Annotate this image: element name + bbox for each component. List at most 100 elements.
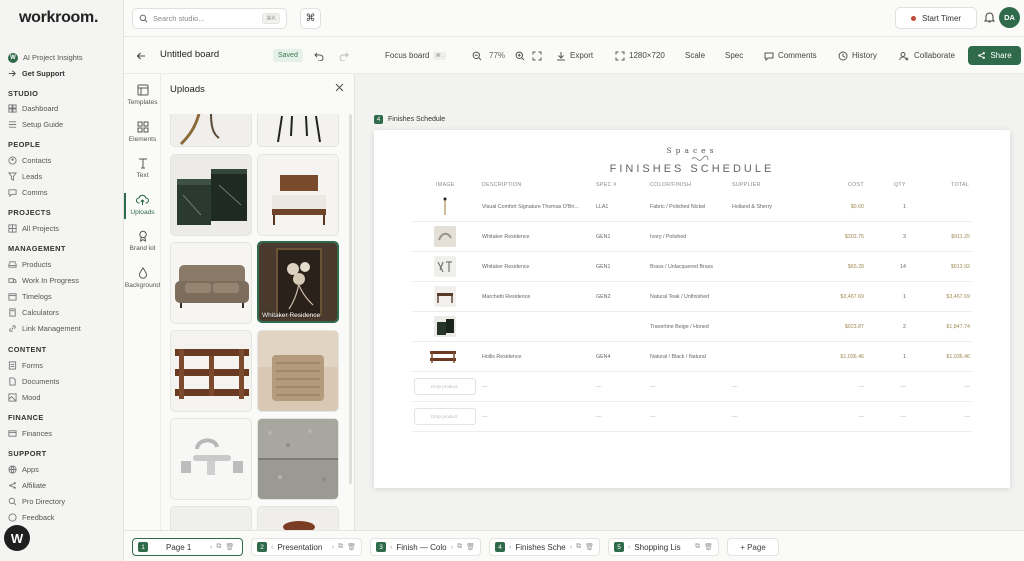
- zoom-out-icon[interactable]: [472, 49, 482, 62]
- page-tab-5[interactable]: 5 ‹ Shopping Lis ⧉ 🗑: [608, 538, 719, 556]
- upload-thumb-shelving[interactable]: [170, 330, 252, 412]
- add-page-button[interactable]: + Page: [727, 538, 779, 556]
- scale-button[interactable]: Scale: [685, 49, 705, 62]
- sidebar-item-contacts[interactable]: Contacts: [8, 154, 51, 167]
- page-tab-4[interactable]: 4 ‹ Finishes Sche › ⧉ 🗑: [489, 538, 600, 556]
- duplicate-icon[interactable]: ⧉: [576, 543, 581, 551]
- board-canvas[interactable]: 4 Finishes Schedule Spaces FINISHES SCHE…: [355, 74, 1024, 530]
- bell-icon[interactable]: [984, 11, 995, 23]
- upload-thumb-bed[interactable]: [257, 154, 339, 236]
- fit-screen-icon[interactable]: [532, 49, 542, 62]
- chevron-right-icon[interactable]: ›: [451, 544, 453, 551]
- sidebar-item-get-support[interactable]: Get Support: [8, 67, 65, 80]
- user-avatar[interactable]: DA: [999, 7, 1020, 28]
- sidebar-item-products[interactable]: Products: [8, 258, 51, 271]
- sidebar-item-forms[interactable]: Forms: [8, 359, 43, 372]
- rail-brand-kit[interactable]: Brand kit: [124, 230, 161, 252]
- back-arrow-icon[interactable]: [136, 49, 146, 62]
- chevron-left-icon[interactable]: ‹: [509, 544, 511, 551]
- close-icon[interactable]: [335, 83, 344, 92]
- duplicate-icon[interactable]: ⧉: [695, 543, 700, 551]
- rail-elements[interactable]: Elements: [124, 121, 161, 143]
- undo-icon[interactable]: [314, 49, 324, 62]
- page-label[interactable]: 4 Finishes Schedule: [374, 115, 445, 124]
- sidebar-item-ai-insights[interactable]: W AI Project Insights: [8, 51, 83, 64]
- upload-thumb-partial-2[interactable]: [257, 506, 339, 530]
- zoom-in-icon[interactable]: [515, 49, 525, 62]
- duplicate-icon[interactable]: ⧉: [457, 543, 462, 551]
- sidebar-item-mood[interactable]: Mood: [8, 391, 41, 404]
- sidebar-item-finances[interactable]: Finances: [8, 427, 52, 440]
- table-row[interactable]: Marchetti Residence GEN2 Natural Teak / …: [412, 282, 972, 312]
- sidebar-item-documents[interactable]: Documents: [8, 375, 59, 388]
- upload-thumb-stool-legs[interactable]: [257, 114, 339, 147]
- upload-thumb-chair-legs[interactable]: [170, 114, 252, 147]
- finishes-schedule-page[interactable]: Spaces FINISHES SCHEDULE IMAGE DESCRIPTI…: [374, 130, 1010, 488]
- sidebar-item-link-management[interactable]: Link Management: [8, 322, 81, 335]
- page-tab-2[interactable]: 2 ‹ Presentation › ⧉ 🗑: [251, 538, 362, 556]
- export-button[interactable]: Export: [556, 49, 593, 62]
- empty-table-row[interactable]: Drop product — — — — — — —: [412, 402, 972, 432]
- sidebar-item-dashboard[interactable]: Dashboard: [8, 102, 58, 115]
- table-row[interactable]: Whitaker Residence GEN1 Ivory / Polished…: [412, 222, 972, 252]
- page-tab-3[interactable]: 3 ‹ Finish — Colo › ⧉ 🗑: [370, 538, 481, 556]
- chevron-left-icon[interactable]: ‹: [390, 544, 392, 551]
- table-row[interactable]: Whitaker Residence GEN1 Brass / Unlacque…: [412, 252, 972, 282]
- empty-table-row[interactable]: Drop product — — — — — — —: [412, 372, 972, 402]
- panel-scrollbar[interactable]: [349, 114, 352, 484]
- upload-thumb-marble-tables[interactable]: [170, 154, 252, 236]
- upload-thumb-pillow[interactable]: [257, 330, 339, 412]
- chevron-right-icon[interactable]: ›: [332, 544, 334, 551]
- app-logo[interactable]: workroom.: [19, 9, 98, 27]
- start-timer-button[interactable]: Start Timer: [895, 7, 977, 29]
- rail-templates[interactable]: Templates: [124, 84, 161, 106]
- sidebar-item-apps[interactable]: Apps: [8, 463, 39, 476]
- workroom-assistant-button[interactable]: W: [4, 525, 30, 551]
- sidebar-item-feedback[interactable]: Feedback: [8, 511, 54, 524]
- drop-product-zone[interactable]: Drop product: [414, 408, 476, 425]
- trash-icon[interactable]: 🗑: [347, 543, 356, 551]
- chevron-left-icon[interactable]: ‹: [271, 544, 273, 551]
- upload-thumb-faucet[interactable]: [170, 418, 252, 500]
- duplicate-icon[interactable]: ⧉: [338, 543, 343, 551]
- sidebar-item-calculators[interactable]: Calculators: [8, 306, 59, 319]
- command-menu-button[interactable]: ⌘: [300, 8, 321, 29]
- chevron-right-icon[interactable]: ›: [570, 544, 572, 551]
- comments-button[interactable]: Comments: [764, 49, 817, 62]
- collaborate-button[interactable]: Collaborate: [899, 49, 955, 62]
- rail-text[interactable]: Text: [124, 157, 161, 179]
- redo-icon[interactable]: [339, 49, 349, 62]
- table-row[interactable]: Visual Comfort Signature Thomas O'Bri...…: [412, 192, 972, 222]
- trash-icon[interactable]: 🗑: [704, 543, 713, 551]
- canvas-size-button[interactable]: 1280×720: [615, 49, 665, 62]
- drop-product-zone[interactable]: Drop product: [414, 378, 476, 395]
- trash-icon[interactable]: 🗑: [585, 543, 594, 551]
- page-tab-1[interactable]: 1 Page 1 › ⧉ 🗑: [132, 538, 243, 556]
- table-row[interactable]: Hollis Residence GEN4 Natural / Black / …: [412, 342, 972, 372]
- share-button[interactable]: Share: [968, 46, 1021, 65]
- trash-icon[interactable]: 🗑: [225, 543, 234, 551]
- focus-board-button[interactable]: Focus board ⌘ .: [385, 49, 447, 62]
- sidebar-item-leads[interactable]: Leads: [8, 170, 42, 183]
- sidebar-item-comms[interactable]: Comms: [8, 186, 47, 199]
- history-button[interactable]: History: [838, 49, 877, 62]
- rail-background[interactable]: Background: [124, 267, 161, 289]
- upload-thumb-whitaker-residence[interactable]: Whitaker Residence: [257, 241, 339, 323]
- zoom-level[interactable]: 77%: [489, 49, 505, 62]
- search-input[interactable]: Search studio... ⌘K: [132, 8, 287, 29]
- upload-thumb-boucle-fabric[interactable]: [257, 418, 339, 500]
- upload-thumb-sofa[interactable]: [170, 242, 252, 324]
- sidebar-item-timelogs[interactable]: Timelogs: [8, 290, 52, 303]
- trash-icon[interactable]: 🗑: [466, 543, 475, 551]
- upload-thumb-partial-1[interactable]: [170, 506, 252, 530]
- table-row[interactable]: Travertine Beige / Honed $923.87 2 $1,84…: [412, 312, 972, 342]
- chevron-left-icon[interactable]: ‹: [628, 544, 630, 551]
- rail-uploads[interactable]: Uploads: [124, 194, 161, 216]
- spec-button[interactable]: Spec: [725, 49, 743, 62]
- duplicate-icon[interactable]: ⧉: [216, 543, 221, 551]
- sidebar-item-pro-directory[interactable]: Pro Directory: [8, 495, 65, 508]
- chevron-right-icon[interactable]: ›: [210, 544, 212, 551]
- sidebar-item-setup-guide[interactable]: Setup Guide: [8, 118, 63, 131]
- sidebar-item-wip[interactable]: Work In Progress: [8, 274, 79, 287]
- sidebar-item-affiliate[interactable]: Affiliate: [8, 479, 46, 492]
